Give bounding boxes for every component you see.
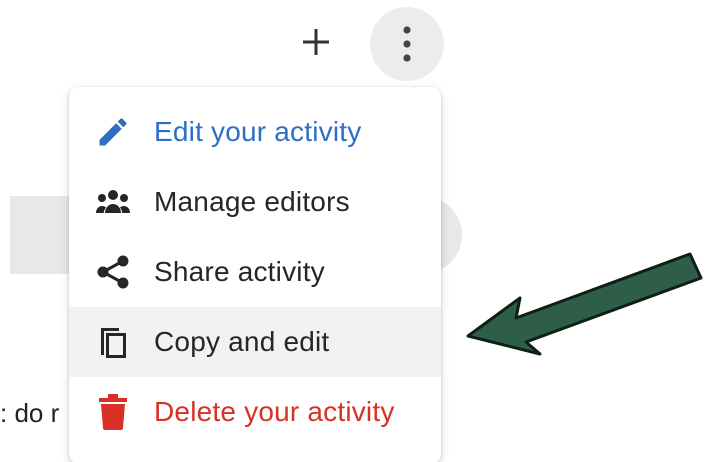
menu-item-label: Manage editors (154, 186, 350, 217)
menu-item-delete-activity[interactable]: Delete your activity (69, 377, 441, 447)
menu-item-label: Edit your activity (154, 116, 362, 147)
copy-icon (93, 322, 133, 362)
menu-item-share-activity[interactable]: Share activity (69, 237, 441, 307)
plus-icon (303, 29, 329, 55)
menu-item-edit-activity[interactable]: Edit your activity (69, 97, 441, 167)
screen: : do r Edit your activity Manage editors… (0, 0, 710, 462)
trash-icon (93, 392, 133, 432)
menu-item-label: Copy and edit (154, 326, 330, 357)
add-button[interactable] (292, 18, 340, 66)
menu-item-label: Share activity (154, 256, 325, 287)
people-icon (93, 182, 133, 222)
menu-item-label: Delete your activity (154, 396, 395, 427)
background-partial-text: : do r (0, 398, 60, 428)
pencil-icon (93, 112, 133, 152)
more-vertical-icon (403, 26, 411, 62)
annotation-arrow (466, 252, 703, 356)
activity-menu: Edit your activity Manage editors Share … (69, 87, 441, 462)
menu-item-manage-editors[interactable]: Manage editors (69, 167, 441, 237)
menu-item-copy-and-edit[interactable]: Copy and edit (69, 307, 441, 377)
more-options-button[interactable] (370, 7, 444, 81)
share-icon (93, 252, 133, 292)
